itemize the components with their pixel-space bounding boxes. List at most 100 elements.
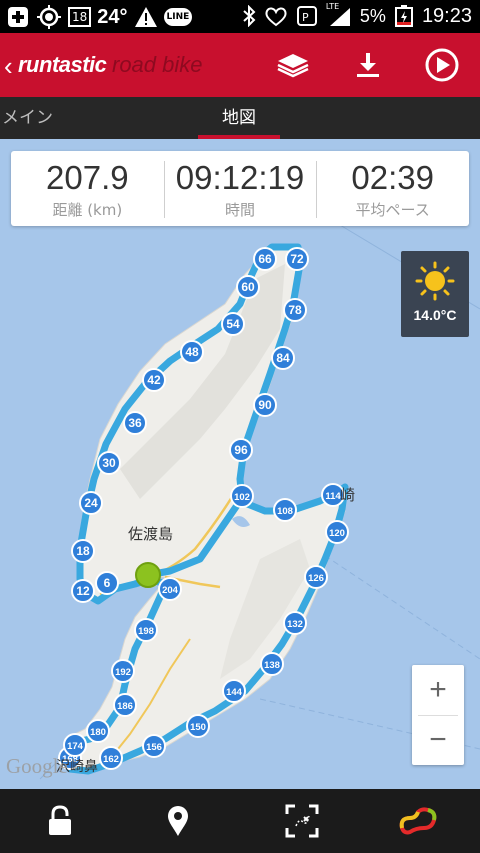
km-marker-label: 6: [104, 576, 111, 590]
location-pin-icon: [168, 806, 188, 836]
heart-icon: [265, 7, 287, 27]
layers-button[interactable]: [275, 47, 311, 83]
fit-route-button[interactable]: [282, 801, 322, 841]
km-marker-174: 174: [63, 733, 87, 757]
km-marker-90: 90: [253, 393, 277, 417]
km-marker-label: 12: [76, 584, 90, 598]
warning-icon: [134, 7, 157, 27]
weather-temperature: 14.0°C: [413, 307, 457, 323]
km-marker-126: 126: [304, 565, 328, 589]
stat-distance-label: 距離 (km): [52, 201, 123, 219]
weather-widget[interactable]: 14.0°C: [401, 251, 469, 337]
km-marker-label: 180: [90, 727, 106, 738]
km-marker-198: 198: [134, 618, 158, 642]
island-label: 佐渡島: [128, 525, 173, 543]
map-view[interactable]: 6 12 18 24 30 36 42 48 54 60 66 72 78 84 90 96 102 108 114…: [0, 139, 480, 789]
km-marker-label: 42: [147, 373, 161, 387]
km-marker-label: 120: [329, 528, 345, 539]
km-marker-label: 66: [258, 252, 272, 266]
km-marker-label: 186: [117, 701, 133, 712]
google-watermark: Google: [6, 754, 68, 778]
km-marker-78: 78: [283, 298, 307, 322]
km-marker-180: 180: [86, 719, 110, 743]
km-marker-36: 36: [123, 411, 147, 435]
stat-pace-value: 02:39: [351, 159, 434, 196]
km-marker-label: 114: [325, 491, 341, 502]
km-marker-120: 120: [325, 520, 349, 544]
km-marker-label: 24: [84, 496, 98, 510]
zoom-out-button[interactable]: −: [412, 715, 464, 765]
km-marker-186: 186: [113, 693, 137, 717]
nfc-icon: P: [296, 6, 317, 26]
km-marker-label: 72: [290, 252, 304, 266]
km-marker-label: 192: [115, 667, 131, 678]
km-marker-label: 204: [162, 585, 179, 596]
place-label-kisaki: 崎: [340, 486, 355, 504]
download-button[interactable]: [350, 47, 386, 83]
battery-percentage: 5%: [359, 5, 386, 26]
clock: 19:23: [421, 4, 472, 27]
back-chevron-icon[interactable]: ‹: [4, 51, 13, 82]
route-overview-button[interactable]: [398, 801, 438, 841]
km-marker-label: 36: [128, 416, 142, 430]
notification-badge: 18: [68, 7, 92, 27]
stat-pace: 02:39 平均ペース: [316, 151, 469, 226]
km-marker-label: 90: [258, 398, 272, 412]
location-button[interactable]: [158, 801, 198, 841]
km-marker-84: 84: [271, 346, 295, 370]
km-marker-label: 144: [226, 687, 243, 698]
km-marker-48: 48: [180, 340, 204, 364]
play-store-button[interactable]: [424, 47, 460, 83]
km-marker-144: 144: [222, 679, 246, 703]
km-marker-label: 174: [67, 741, 84, 752]
km-marker-54: 54: [221, 312, 245, 336]
line-app-icon: LINE: [163, 8, 193, 26]
stats-panel: 207.9 距離 (km) 09:12:19 時間 02:39 平均ペース: [11, 151, 469, 226]
km-marker-label: 96: [234, 443, 248, 457]
km-marker-label: 78: [288, 303, 302, 317]
tab-main[interactable]: メイン: [2, 97, 53, 139]
bluetooth-icon: [243, 5, 256, 27]
km-marker-60: 60: [236, 275, 260, 299]
km-marker-102: 102: [230, 484, 254, 508]
km-marker-132: 132: [283, 611, 307, 635]
km-marker-label: 60: [241, 280, 255, 294]
lock-button[interactable]: [40, 801, 80, 841]
km-marker-label: 156: [146, 742, 162, 753]
app-bar: ‹ runtastic road bike: [0, 33, 480, 97]
add-icon: [8, 7, 28, 27]
zoom-in-button[interactable]: +: [412, 665, 464, 715]
brand-logo[interactable]: runtastic: [18, 52, 107, 78]
km-marker-6: 6: [95, 571, 119, 595]
km-marker-72: 72: [285, 247, 309, 271]
start-point-marker: [135, 562, 161, 588]
tab-map[interactable]: 地図: [222, 97, 256, 139]
stat-distance-value: 207.9: [46, 159, 129, 196]
bottom-bar: [0, 789, 480, 853]
km-marker-label: 162: [103, 754, 119, 765]
km-marker-label: 84: [276, 351, 290, 365]
stat-distance: 207.9 距離 (km): [11, 151, 164, 226]
km-marker-label: 18: [76, 544, 90, 558]
km-marker-label: 198: [138, 626, 154, 637]
km-marker-24: 24: [79, 491, 103, 515]
zoom-controls: + −: [412, 665, 464, 765]
km-marker-96: 96: [229, 438, 253, 462]
km-marker-42: 42: [142, 368, 166, 392]
lock-icon: [49, 805, 71, 835]
fit-route-icon: [285, 804, 319, 838]
battery-icon: [394, 5, 413, 27]
km-marker-label: 150: [190, 722, 206, 733]
stat-pace-label: 平均ペース: [355, 201, 430, 219]
tab-bar: メイン 地図: [0, 97, 480, 139]
km-marker-150: 150: [186, 714, 210, 738]
stat-time: 09:12:19 時間: [163, 151, 317, 226]
km-marker-138: 138: [260, 652, 284, 676]
km-marker-label: 138: [264, 660, 280, 671]
product-name: road bike: [112, 52, 203, 77]
km-marker-192: 192: [111, 659, 135, 683]
signal-icon: LTE: [326, 2, 352, 28]
km-marker-66: 66: [253, 247, 277, 271]
gps-icon: [37, 5, 61, 29]
km-marker-162: 162: [99, 746, 123, 770]
